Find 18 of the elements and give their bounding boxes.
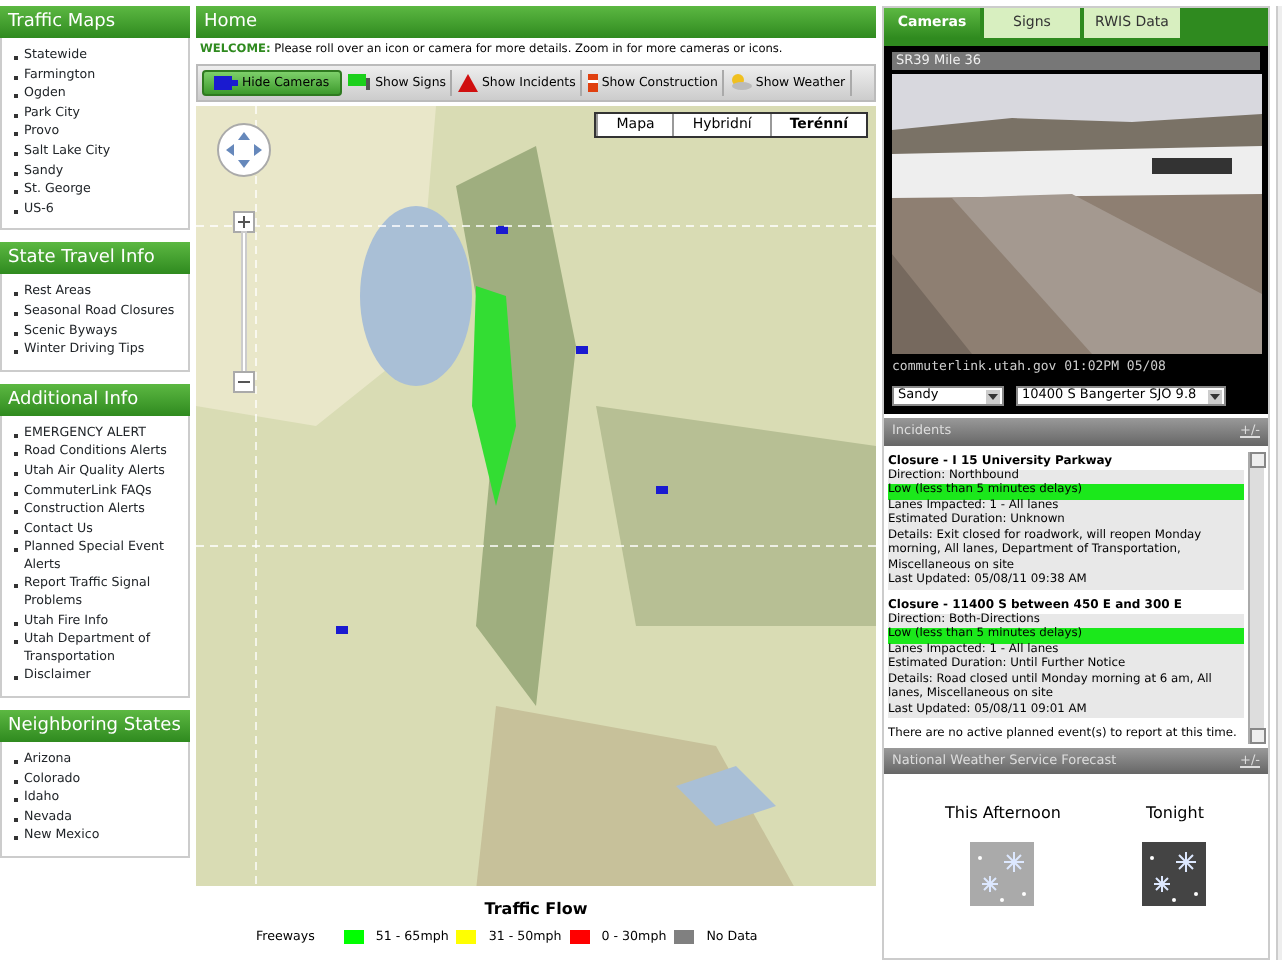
forecast-label: Tonight	[1145, 802, 1204, 827]
panel-header: Neighboring States	[0, 710, 190, 743]
panel-header: State Travel Info	[0, 242, 190, 275]
caret-icon	[1210, 393, 1220, 400]
snow-icon	[970, 842, 1035, 907]
warning-icon	[457, 73, 478, 92]
camera-icon	[214, 75, 238, 90]
cloud-icon	[729, 74, 752, 91]
panel-header: Additional Info	[0, 383, 190, 416]
barrier-icon	[587, 73, 598, 92]
section-header: Home	[196, 6, 876, 38]
legend-title: Traffic Flow	[482, 897, 590, 922]
scrollbar[interactable]	[1248, 451, 1264, 744]
sign-icon	[347, 74, 372, 91]
panel-header: Traffic Maps	[0, 6, 190, 38]
forecast-label: This Afternoon	[945, 802, 1061, 827]
caret-icon	[988, 393, 998, 400]
snow-icon	[1142, 842, 1207, 907]
